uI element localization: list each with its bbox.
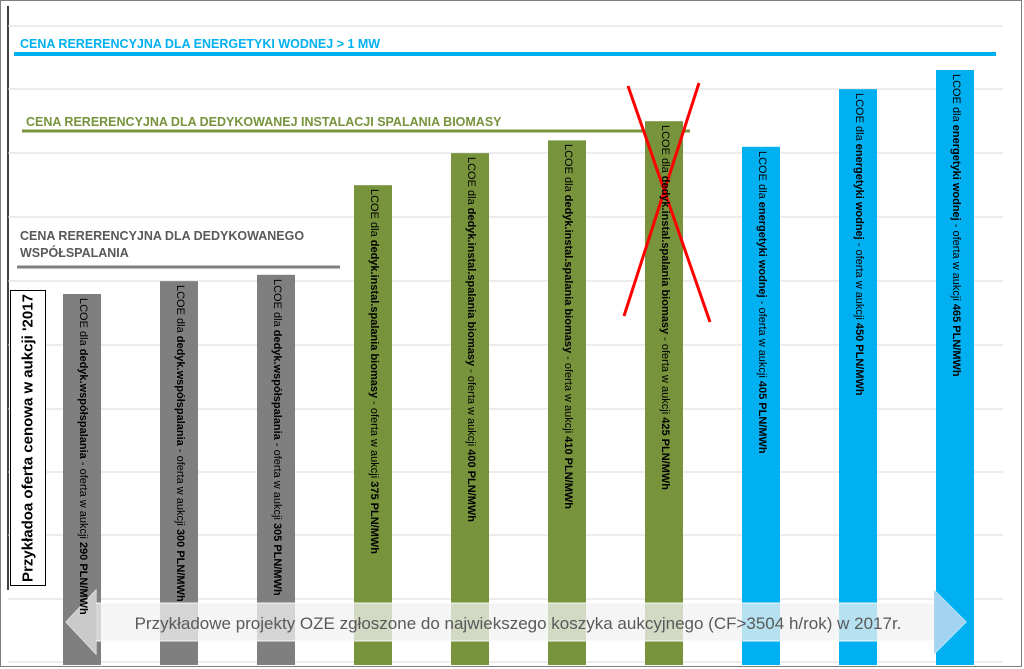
ref-label-biomass: CENA RERERENCYJNA DLA DEDYKOWANEJ INSTAL… (26, 115, 502, 129)
ref-label-cofiring: CENA RERERENCYJNA DLA DEDYKOWANEGO WSPÓŁ… (20, 229, 305, 260)
bar-label: LCOE dla dedyk.instal.spalania biomasy -… (659, 125, 671, 491)
x-axis-label: Przykładowe projekty OZE zgłoszone do na… (135, 614, 902, 633)
bar-label: LCOE dla dedyk.instal.spalania biomasy -… (562, 144, 574, 510)
chart-canvas: Przykładowe projekty OZE zgłoszone do na… (7, 6, 1003, 666)
bar-label: LCOE dla energetyki wodnej - oferta w au… (853, 93, 865, 396)
y-axis-label-box: Przykładoa oferta cenowa w aukcji '2017 (10, 290, 46, 586)
bar-label: LCOE dla dedyk.współspalania - oferta w … (174, 285, 186, 602)
bar-label: LCOE dla dedyk.instal.spalania biomasy -… (368, 189, 380, 555)
bar-label: LCOE dla dedyk.współspalania - oferta w … (77, 298, 89, 615)
bar-label: LCOE dla dedyk.instal.spalania biomasy -… (465, 157, 477, 523)
y-axis-label: Przykładoa oferta cenowa w aukcji '2017 (19, 294, 37, 582)
ref-label-hydro: CENA RERERENCYJNA DLA ENERGETYKI WODNEJ … (20, 37, 381, 51)
bar-label: LCOE dla dedyk.współspalania - oferta w … (271, 278, 283, 596)
bar-label: LCOE dla energetyki wodnej - oferta w au… (950, 74, 962, 377)
bar-label: LCOE dla energetyki wodnej - oferta w au… (756, 150, 768, 454)
